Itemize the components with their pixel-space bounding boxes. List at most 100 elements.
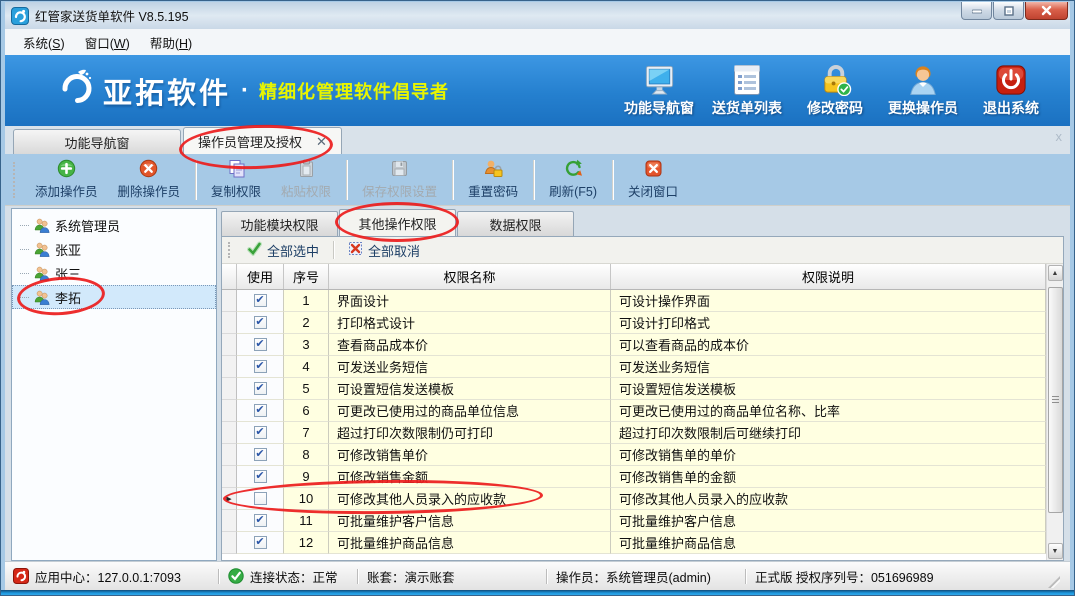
switch-operator-button[interactable]: 更换操作员 bbox=[888, 64, 958, 118]
add-operator-label: 添加操作员 bbox=[35, 181, 98, 200]
close-window-label: 关闭窗口 bbox=[628, 181, 678, 200]
delivery-list-button[interactable]: 送货单列表 bbox=[712, 64, 782, 118]
refresh-button[interactable]: 刷新(F5) bbox=[539, 156, 607, 203]
paste-permission-button: 粘贴权限 bbox=[271, 156, 341, 203]
row-indicator bbox=[222, 312, 237, 334]
separator bbox=[452, 160, 453, 200]
checkbox-cell bbox=[237, 488, 284, 510]
menu-system[interactable]: 系统(S) bbox=[13, 30, 75, 55]
checkbox-checked[interactable]: ✔ bbox=[254, 404, 267, 417]
scroll-down-arrow[interactable]: ▼ bbox=[1048, 543, 1063, 559]
operator-zhangsan[interactable]: 张三 bbox=[12, 261, 216, 285]
permission-name-cell: 可更改已使用过的商品单位信息 bbox=[329, 400, 611, 422]
permission-desc-cell: 可批量维护客户信息 bbox=[611, 510, 1046, 532]
checkbox-checked[interactable]: ✔ bbox=[254, 294, 267, 307]
delete-operator-icon bbox=[139, 159, 158, 178]
menu-help[interactable]: 帮助(H) bbox=[140, 30, 202, 55]
paste-permission-label: 粘贴权限 bbox=[281, 181, 331, 200]
toolbar-grip[interactable] bbox=[228, 242, 231, 258]
checkbox-checked[interactable]: ✔ bbox=[254, 360, 267, 373]
reset-password-button[interactable]: 重置密码 bbox=[458, 156, 528, 203]
tabstrip-close-icon[interactable]: x bbox=[1056, 129, 1063, 144]
account-text: 账套：演示账套 bbox=[367, 567, 455, 586]
tab-module-permissions[interactable]: 功能模块权限 bbox=[221, 211, 338, 236]
deselect-all-button[interactable]: 全部取消 bbox=[340, 239, 428, 262]
separator bbox=[195, 160, 196, 200]
checkbox-checked[interactable]: ✔ bbox=[254, 316, 267, 329]
minimize-button[interactable] bbox=[961, 2, 992, 20]
operator-admin[interactable]: 系统管理员 bbox=[12, 213, 216, 237]
exit-system-button[interactable]: 退出系统 bbox=[976, 64, 1046, 118]
row-indicator bbox=[222, 444, 237, 466]
row-number-cell: 5 bbox=[284, 378, 329, 400]
resize-grip[interactable] bbox=[1048, 576, 1060, 588]
operator-zhangya[interactable]: 张亚 bbox=[12, 237, 216, 261]
permission-name-cell: 可修改其他人员录入的应收款 bbox=[329, 488, 611, 510]
scroll-up-arrow[interactable]: ▲ bbox=[1048, 265, 1063, 281]
table-row: ✔5可设置短信发送模板可设置短信发送模板 bbox=[222, 378, 1046, 400]
checkbox-checked[interactable]: ✔ bbox=[254, 448, 267, 461]
app-logo-icon bbox=[11, 7, 29, 25]
tab-data-permissions[interactable]: 数据权限 bbox=[457, 211, 574, 236]
users-icon bbox=[34, 218, 50, 233]
toolbar-grip[interactable] bbox=[13, 162, 17, 198]
delete-operator-button[interactable]: 删除操作员 bbox=[108, 156, 191, 203]
permission-name-cell: 界面设计 bbox=[329, 290, 611, 312]
app-window: 红管家送货单软件 V8.5.195 系统(S)窗口(W)帮助(H) 亚拓软件 ·… bbox=[0, 0, 1075, 596]
tab-other-permissions[interactable]: 其他操作权限 bbox=[339, 209, 456, 236]
select-all-button[interactable]: 全部选中 bbox=[239, 239, 327, 262]
row-number-cell: 4 bbox=[284, 356, 329, 378]
operator-lituo[interactable]: 李拓 bbox=[12, 285, 216, 309]
permission-name-cell: 可批量维护商品信息 bbox=[329, 532, 611, 554]
scroll-thumb[interactable] bbox=[1048, 287, 1063, 513]
power-icon bbox=[995, 64, 1027, 96]
checkbox-checked[interactable]: ✔ bbox=[254, 338, 267, 351]
copy-permission-label: 复制权限 bbox=[211, 181, 261, 200]
row-number-cell: 10 bbox=[284, 488, 329, 510]
checkbox-cell: ✔ bbox=[237, 510, 284, 532]
checkbox-checked[interactable]: ✔ bbox=[254, 514, 267, 527]
copy-permission-button[interactable]: 复制权限 bbox=[201, 156, 271, 203]
reset-password-icon bbox=[484, 159, 503, 178]
nav-window-button[interactable]: 功能导航窗 bbox=[624, 64, 694, 118]
permission-name-cell: 可修改销售金额 bbox=[329, 466, 611, 488]
menu-window[interactable]: 窗口(W) bbox=[75, 30, 140, 55]
separator bbox=[218, 569, 219, 584]
change-password-button[interactable]: 修改密码 bbox=[800, 64, 870, 118]
selection-bar: 全部选中 全部取消 bbox=[222, 237, 1063, 263]
brand-logo-icon bbox=[51, 66, 95, 115]
tab-close-icon[interactable]: ✕ bbox=[316, 135, 327, 148]
permission-name-cell: 可批量维护客户信息 bbox=[329, 510, 611, 532]
tab-operator-management[interactable]: 操作员管理及授权✕ bbox=[183, 127, 342, 154]
checkbox-checked[interactable]: ✔ bbox=[254, 382, 267, 395]
table-row: ✔8可修改销售单价可修改销售单的单价 bbox=[222, 444, 1046, 466]
table-row: ✔4可发送业务短信可发送业务短信 bbox=[222, 356, 1046, 378]
checkbox-checked[interactable]: ✔ bbox=[254, 470, 267, 483]
checkbox-checked[interactable]: ✔ bbox=[254, 426, 267, 439]
table-row: ✔3查看商品成本价可以查看商品的成本价 bbox=[222, 334, 1046, 356]
operator-zhangya-label: 张亚 bbox=[55, 240, 81, 259]
permissions-panel: 功能模块权限其他操作权限数据权限 全部选中 全部取消 bbox=[221, 208, 1064, 561]
refresh-icon bbox=[564, 159, 583, 178]
close-window-button[interactable]: 关闭窗口 bbox=[618, 156, 688, 203]
table-header: 使用 序号 权限名称 权限说明 bbox=[222, 264, 1046, 290]
tab-nav-window[interactable]: 功能导航窗 bbox=[13, 129, 181, 154]
permission-desc-cell: 可设置短信发送模板 bbox=[611, 378, 1046, 400]
maximize-button[interactable] bbox=[993, 2, 1024, 20]
checkbox-unchecked[interactable] bbox=[254, 492, 267, 505]
row-indicator bbox=[222, 290, 237, 312]
close-window-icon bbox=[644, 159, 663, 178]
checkbox-cell: ✔ bbox=[237, 334, 284, 356]
add-operator-button[interactable]: 添加操作员 bbox=[25, 156, 108, 203]
brand-dot: · bbox=[241, 77, 249, 105]
operator-zhangsan-label: 张三 bbox=[55, 264, 81, 283]
vertical-scrollbar[interactable]: ▲ ▼ bbox=[1046, 264, 1063, 560]
status-operator: 操作员：系统管理员(admin) bbox=[556, 567, 736, 586]
close-button[interactable] bbox=[1025, 2, 1068, 20]
table-row: ✔11可批量维护客户信息可批量维护客户信息 bbox=[222, 510, 1046, 532]
status-license: 正式版 授权序列号：051696989 bbox=[755, 567, 934, 586]
toolbar: 添加操作员删除操作员复制权限粘贴权限保存权限设置重置密码刷新(F5)关闭窗口 bbox=[5, 154, 1070, 206]
checkbox-checked[interactable]: ✔ bbox=[254, 536, 267, 549]
panel-tab-strip: 功能模块权限其他操作权限数据权限 bbox=[221, 208, 1064, 236]
window-controls bbox=[961, 2, 1068, 20]
